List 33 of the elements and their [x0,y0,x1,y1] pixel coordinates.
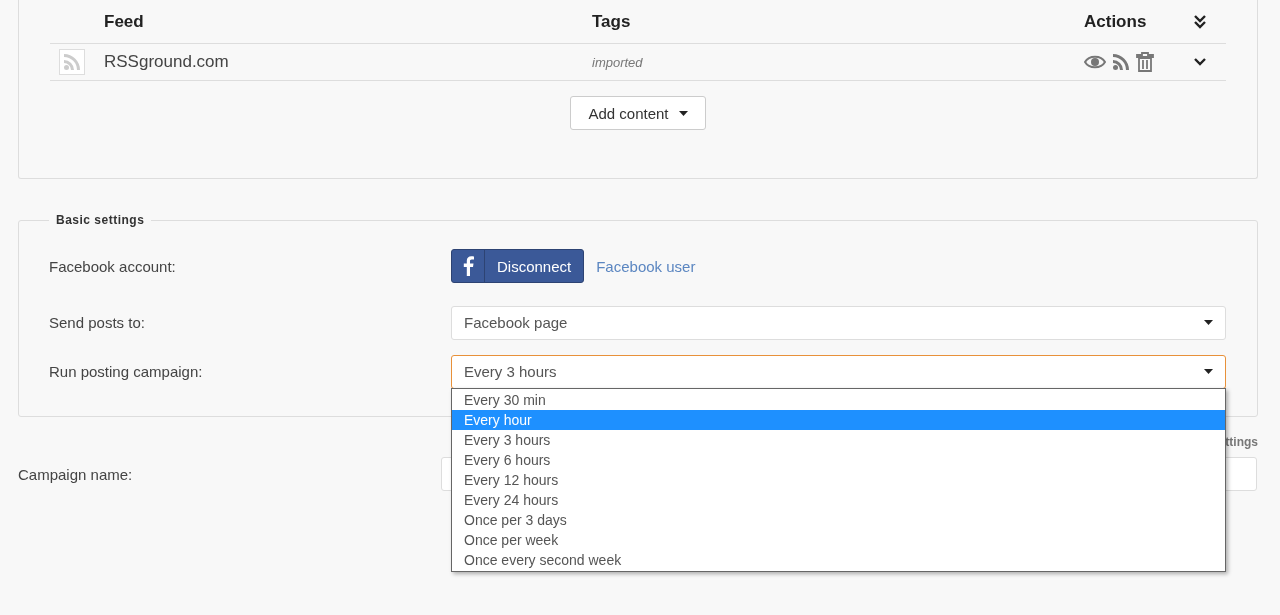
column-header: Actions [1084,11,1148,32]
collapse-all-icon[interactable] [1194,14,1206,29]
dropdown[interactable]: Every 3 hours [451,354,1226,389]
trash-icon[interactable] [1136,52,1154,72]
tag-label: imported [592,54,644,70]
group-legend: Basic settings [49,213,152,227]
dropdown-option[interactable]: Every 30 min [452,389,1225,410]
dropdown-option[interactable]: Every 3 hours [452,429,1225,450]
account-link[interactable]: Facebook user [596,257,696,275]
feed-name: RSSground.com [104,52,230,72]
disconnect-button[interactable]: Disconnect [451,249,585,283]
dropdown[interactable]: Facebook page [451,305,1226,340]
caret-icon [1204,369,1213,374]
dropdown-option[interactable]: Once every second week [452,549,1225,570]
add-content-button[interactable]: Add content [570,96,706,130]
caret-icon [1204,320,1213,325]
chevron-down-icon[interactable] [1194,58,1206,66]
dropdown-option[interactable]: Once per 3 days [452,509,1225,530]
dropdown-option[interactable]: Every 24 hours [452,489,1225,510]
column-header: Tags [592,11,632,32]
facebook-icon [462,256,474,276]
settings-link[interactable]: ttings [1225,435,1258,449]
eye-icon[interactable] [1084,55,1106,69]
dropdown-option[interactable]: Every 6 hours [452,449,1225,470]
rss-icon [1112,53,1130,71]
dropdown-option[interactable]: Once per week [452,529,1225,550]
column-header: Feed [104,11,145,32]
field-label: Facebook account: [49,257,177,275]
field-label: Campaign name: [18,465,134,483]
field-label: Send posts to: [49,314,146,331]
dropdown-option[interactable]: Every 12 hours [452,469,1225,490]
caret-icon [678,110,688,116]
field-label: Run posting campaign: [49,363,204,380]
